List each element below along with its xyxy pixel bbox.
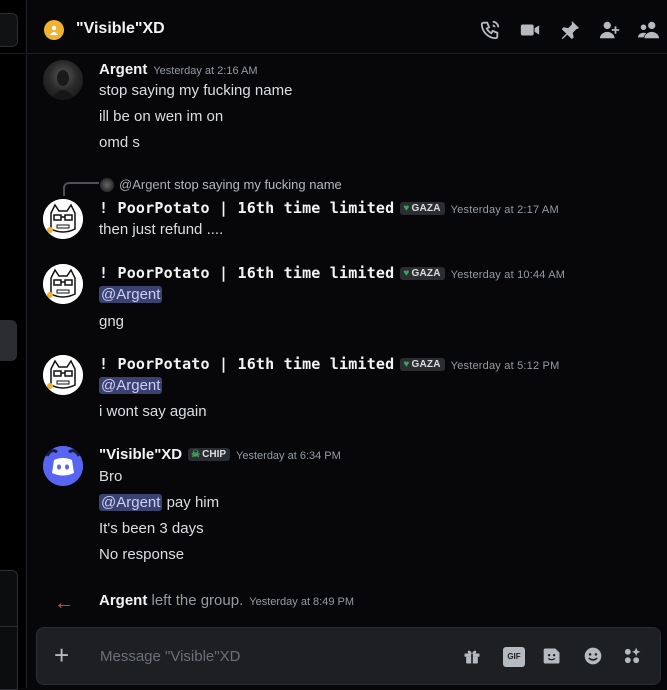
system-text: left the group. bbox=[147, 592, 244, 609]
user-panel-divider bbox=[0, 626, 17, 627]
sidebar-search[interactable] bbox=[0, 13, 18, 47]
message-author[interactable]: Argent Yesterday at 2:16 AM bbox=[99, 61, 258, 78]
server-tag[interactable]: ♥ GAZA bbox=[400, 202, 445, 215]
user-panel[interactable] bbox=[0, 570, 18, 690]
plus-icon[interactable]: + bbox=[54, 642, 69, 668]
message-text: It's been 3 days bbox=[99, 520, 204, 537]
message-text: gng bbox=[99, 313, 125, 330]
avatar[interactable] bbox=[43, 60, 83, 100]
heart-icon: ♥ bbox=[403, 359, 410, 370]
message-author[interactable]: "Visible"XD ☠ CHIP Yesterday at 6:34 PM bbox=[99, 446, 341, 463]
avatar[interactable] bbox=[43, 264, 83, 304]
channel-title: "Visible"XD bbox=[76, 20, 165, 37]
apps-icon[interactable] bbox=[622, 646, 642, 666]
message-text: ill be on wen im on bbox=[99, 108, 224, 125]
user-mention[interactable]: @Argent bbox=[99, 286, 163, 303]
system-author[interactable]: Argent bbox=[99, 592, 147, 609]
heart-icon: ♥ bbox=[403, 268, 410, 279]
reply-text: stop saying my fucking name bbox=[174, 177, 342, 192]
members-icon[interactable] bbox=[638, 19, 660, 41]
message-text: @Argent bbox=[99, 286, 163, 303]
chat-main: "Visible"XD Argent Yesterday at 2:16 AM s… bbox=[26, 0, 667, 688]
reply-preview[interactable]: @Argent stop saying my fucking name bbox=[119, 177, 342, 192]
message-text: @Argent pay him bbox=[99, 494, 219, 511]
author-name[interactable]: Argent bbox=[99, 61, 147, 78]
phone-call-icon[interactable] bbox=[479, 19, 501, 41]
server-tag[interactable]: ♥ GAZA bbox=[400, 267, 445, 280]
user-mention[interactable]: @Argent bbox=[99, 377, 163, 394]
message-text: omd s bbox=[99, 134, 140, 151]
tag-label: CHIP bbox=[202, 449, 227, 460]
message-author[interactable]: ! PoorPotato | 16th time limited ♥ GAZA Yes… bbox=[99, 264, 565, 282]
server-tag[interactable]: ♥ GAZA bbox=[400, 358, 445, 371]
tag-label: GAZA bbox=[411, 203, 441, 214]
message-timestamp: Yesterday at 10:44 AM bbox=[450, 269, 566, 281]
message-text: then just refund .... bbox=[99, 221, 224, 238]
reply-avatar bbox=[100, 178, 114, 192]
tag-label: GAZA bbox=[411, 268, 441, 279]
chat-header: "Visible"XD bbox=[27, 0, 667, 54]
pin-icon[interactable] bbox=[559, 19, 581, 41]
skull-icon: ☠ bbox=[191, 449, 201, 460]
sticker-icon[interactable] bbox=[542, 646, 562, 666]
message-text: Bro bbox=[99, 468, 123, 485]
message-list: Argent Yesterday at 2:16 AM stop saying m… bbox=[27, 54, 667, 624]
author-name[interactable]: ! PoorPotato | 16th time limited bbox=[99, 355, 394, 373]
avatar[interactable] bbox=[43, 446, 83, 486]
gift-icon[interactable] bbox=[462, 646, 482, 666]
author-name[interactable]: "Visible"XD bbox=[99, 446, 182, 463]
sidebar-divider bbox=[0, 53, 25, 54]
message-timestamp: Yesterday at 5:12 PM bbox=[450, 360, 560, 372]
video-camera-icon[interactable] bbox=[519, 19, 541, 41]
heart-icon: ♥ bbox=[403, 203, 410, 214]
message-text: No response bbox=[99, 546, 185, 563]
message-composer: + Message "Visible"XD GIF bbox=[36, 627, 661, 685]
group-avatar[interactable] bbox=[44, 20, 64, 40]
message-author[interactable]: ! PoorPotato | 16th time limited ♥ GAZA Yes… bbox=[99, 199, 559, 217]
author-name[interactable]: ! PoorPotato | 16th time limited bbox=[99, 264, 394, 282]
message-text: stop saying my fucking name bbox=[99, 82, 293, 99]
avatar[interactable] bbox=[43, 199, 83, 239]
server-sidebar bbox=[0, 0, 25, 690]
emoji-icon[interactable] bbox=[583, 646, 603, 666]
message-text: @Argent bbox=[99, 377, 163, 394]
server-tag[interactable]: ☠ CHIP bbox=[188, 448, 231, 461]
message-timestamp: Yesterday at 6:34 PM bbox=[236, 450, 341, 462]
message-timestamp: Yesterday at 2:16 AM bbox=[153, 65, 258, 77]
author-name[interactable]: ! PoorPotato | 16th time limited bbox=[99, 199, 394, 217]
tag-label: GAZA bbox=[411, 359, 441, 370]
reply-author: @Argent bbox=[119, 177, 171, 192]
message-author[interactable]: ! PoorPotato | 16th time limited ♥ GAZA Yes… bbox=[99, 355, 559, 373]
user-mention[interactable]: @Argent bbox=[99, 494, 163, 511]
message-text: i wont say again bbox=[99, 403, 207, 420]
leave-arrow-icon: ← bbox=[54, 592, 74, 614]
sidebar-item-selected[interactable] bbox=[0, 320, 17, 361]
avatar[interactable] bbox=[43, 355, 83, 395]
message-timestamp: Yesterday at 8:49 PM bbox=[249, 596, 355, 608]
system-message: Argent left the group. Yesterday at 8:49 … bbox=[99, 592, 354, 609]
gif-icon[interactable]: GIF bbox=[503, 647, 525, 667]
add-friend-icon[interactable] bbox=[599, 19, 621, 41]
message-fragment: pay him bbox=[162, 494, 220, 511]
message-input[interactable]: Message "Visible"XD bbox=[100, 648, 240, 665]
reply-connector bbox=[63, 182, 99, 196]
message-timestamp: Yesterday at 2:17 AM bbox=[450, 204, 559, 216]
